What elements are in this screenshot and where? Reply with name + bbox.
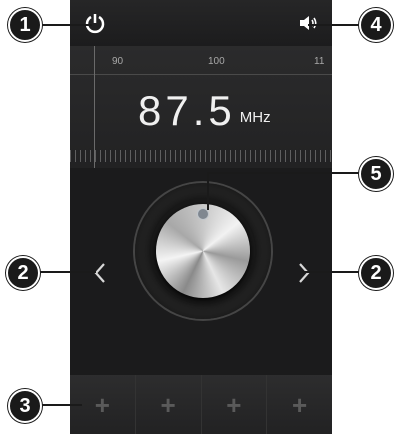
callout-badge: 5 xyxy=(359,157,393,191)
scale-label: 11 xyxy=(314,56,325,67)
fine-scale xyxy=(70,150,332,162)
callout-leader xyxy=(38,271,96,273)
add-icon: + xyxy=(226,389,242,420)
frequency-dial[interactable]: 90 100 11 87.5 MHz xyxy=(70,46,332,168)
favorite-slot[interactable]: + xyxy=(267,375,332,434)
next-station-button[interactable] xyxy=(292,258,316,288)
scale-label: 100 xyxy=(208,56,225,67)
chevron-right-icon xyxy=(299,263,310,283)
manual-figure: 90 100 11 87.5 MHz + + + + 1 2 3 4 5 2 xyxy=(0,0,401,434)
add-icon: + xyxy=(94,389,110,420)
scale-label: 90 xyxy=(112,56,124,67)
callout-leader xyxy=(308,24,364,26)
callout-badge: 1 xyxy=(8,8,42,42)
frequency-value: 87.5 xyxy=(138,87,236,134)
callout-leader xyxy=(208,172,364,174)
chevron-left-icon xyxy=(94,263,105,283)
callout-leader xyxy=(302,271,364,273)
speaker-icon xyxy=(300,16,317,30)
frequency-scale: 90 100 11 xyxy=(70,46,332,75)
top-bar xyxy=(70,0,332,46)
power-icon xyxy=(85,14,105,34)
favorites-bar: + + + + xyxy=(70,375,332,434)
callout-leader xyxy=(40,404,82,406)
callout-leader xyxy=(40,24,92,26)
tuning-knob[interactable] xyxy=(135,183,271,319)
frequency-unit: MHz xyxy=(239,109,271,126)
power-button[interactable] xyxy=(76,4,114,42)
callout-badge: 2 xyxy=(6,256,40,290)
callout-badge: 3 xyxy=(8,389,42,423)
volume-button[interactable] xyxy=(290,4,328,42)
add-icon: + xyxy=(292,389,308,420)
add-icon: + xyxy=(160,389,176,420)
callout-leader xyxy=(207,172,209,210)
frequency-display: 87.5 MHz xyxy=(138,90,271,132)
favorite-slot[interactable]: + xyxy=(135,375,202,434)
favorite-slot[interactable]: + xyxy=(201,375,268,434)
radio-screen: 90 100 11 87.5 MHz + + + + xyxy=(70,0,332,434)
callout-badge: 2 xyxy=(359,256,393,290)
callout-badge: 4 xyxy=(359,8,393,42)
prev-station-button[interactable] xyxy=(88,258,112,288)
